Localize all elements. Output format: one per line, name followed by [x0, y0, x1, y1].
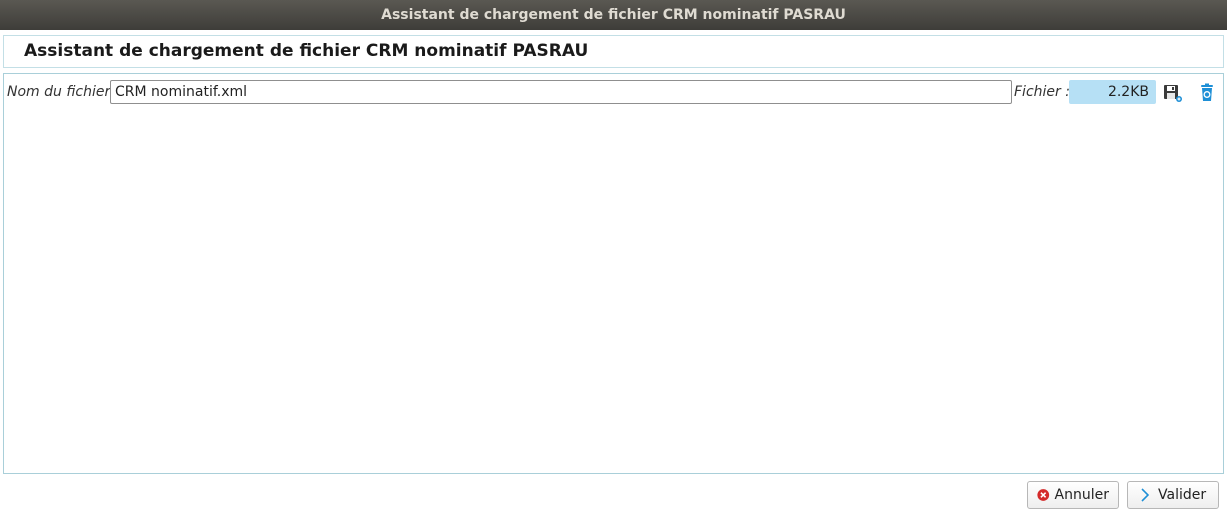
chevron-right-icon [1141, 488, 1150, 502]
file-size-field[interactable]: 2.2KB [1069, 80, 1156, 104]
window-title: Assistant de chargement de fichier CRM n… [381, 7, 846, 23]
wizard-window: Assistant de chargement de fichier CRM n… [0, 0, 1227, 519]
content-panel: Nom du fichier : Fichier : 2.2KB [3, 73, 1224, 474]
cancel-button[interactable]: Annuler [1027, 481, 1119, 509]
validate-button-label: Valider [1158, 487, 1207, 503]
window-titlebar[interactable]: Assistant de chargement de fichier CRM n… [0, 0, 1227, 30]
filename-input[interactable] [110, 80, 1012, 104]
trash-icon[interactable] [1196, 82, 1218, 104]
cancel-button-label: Annuler [1054, 487, 1109, 503]
cancel-icon [1037, 489, 1050, 501]
filename-label: Nom du fichier : [7, 84, 120, 100]
header-panel: Assistant de chargement de fichier CRM n… [3, 35, 1224, 68]
validate-button[interactable]: Valider [1127, 481, 1219, 509]
file-label: Fichier : [1014, 84, 1070, 100]
save-icon[interactable] [1162, 82, 1184, 104]
page-title: Assistant de chargement de fichier CRM n… [24, 41, 589, 61]
